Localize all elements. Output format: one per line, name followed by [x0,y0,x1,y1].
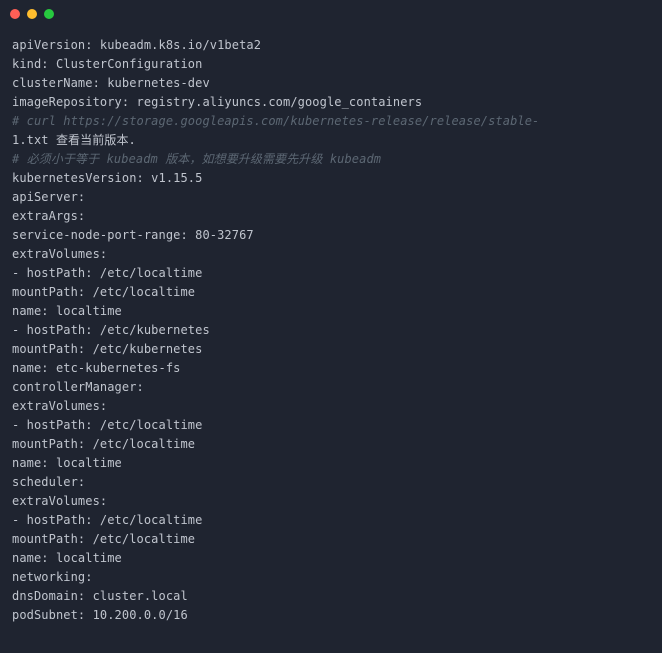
code-line: dnsDomain: cluster.local [12,587,650,606]
code-comment: kubeadm [99,152,165,166]
code-comment: # [12,152,27,166]
code-line: name: localtime [12,302,650,321]
close-icon[interactable] [10,9,20,19]
code-line: service-node-port-range: 80-32767 [12,226,650,245]
code-line: imageRepository: registry.aliyuncs.com/g… [12,93,650,112]
code-line: networking: [12,568,650,587]
code-block: apiVersion: kubeadm.k8s.io/v1beta2kind: … [0,28,662,637]
code-line: - hostPath: /etc/localtime [12,511,650,530]
code-text-cjk: 查看当前版本. [56,133,136,147]
code-line: controllerManager: [12,378,650,397]
code-comment: kubeadm [323,152,382,166]
code-line: name: etc-kubernetes-fs [12,359,650,378]
code-line: 1.txt 查看当前版本. [12,131,650,150]
code-line: name: localtime [12,454,650,473]
code-line: extraArgs: [12,207,650,226]
code-line: - hostPath: /etc/kubernetes [12,321,650,340]
zoom-icon[interactable] [44,9,54,19]
code-line: kind: ClusterConfiguration [12,55,650,74]
code-line: # curl https://storage.googleapis.com/ku… [12,112,650,131]
code-line: apiVersion: kubeadm.k8s.io/v1beta2 [12,36,650,55]
code-line: extraVolumes: [12,245,650,264]
code-line: # 必须小于等于 kubeadm 版本，如想要升级需要先升级 kubeadm [12,150,650,169]
code-line: mountPath: /etc/kubernetes [12,340,650,359]
window-titlebar [0,0,662,28]
code-comment-cjk: 必须小于等于 [27,152,100,166]
terminal-window: apiVersion: kubeadm.k8s.io/v1beta2kind: … [0,0,662,653]
code-line: - hostPath: /etc/localtime [12,416,650,435]
code-line: clusterName: kubernetes-dev [12,74,650,93]
code-line: kubernetesVersion: v1.15.5 [12,169,650,188]
code-line: mountPath: /etc/localtime [12,530,650,549]
code-line: extraVolumes: [12,397,650,416]
code-line: mountPath: /etc/localtime [12,283,650,302]
code-line: name: localtime [12,549,650,568]
code-line: - hostPath: /etc/localtime [12,264,650,283]
minimize-icon[interactable] [27,9,37,19]
code-line: mountPath: /etc/localtime [12,435,650,454]
code-line: scheduler: [12,473,650,492]
code-text: 1.txt [12,133,56,147]
code-line: extraVolumes: [12,492,650,511]
code-line: podSubnet: 10.200.0.0/16 [12,606,650,625]
code-line: apiServer: [12,188,650,207]
code-comment-cjk: 版本，如想要升级需要先升级 [165,152,322,166]
